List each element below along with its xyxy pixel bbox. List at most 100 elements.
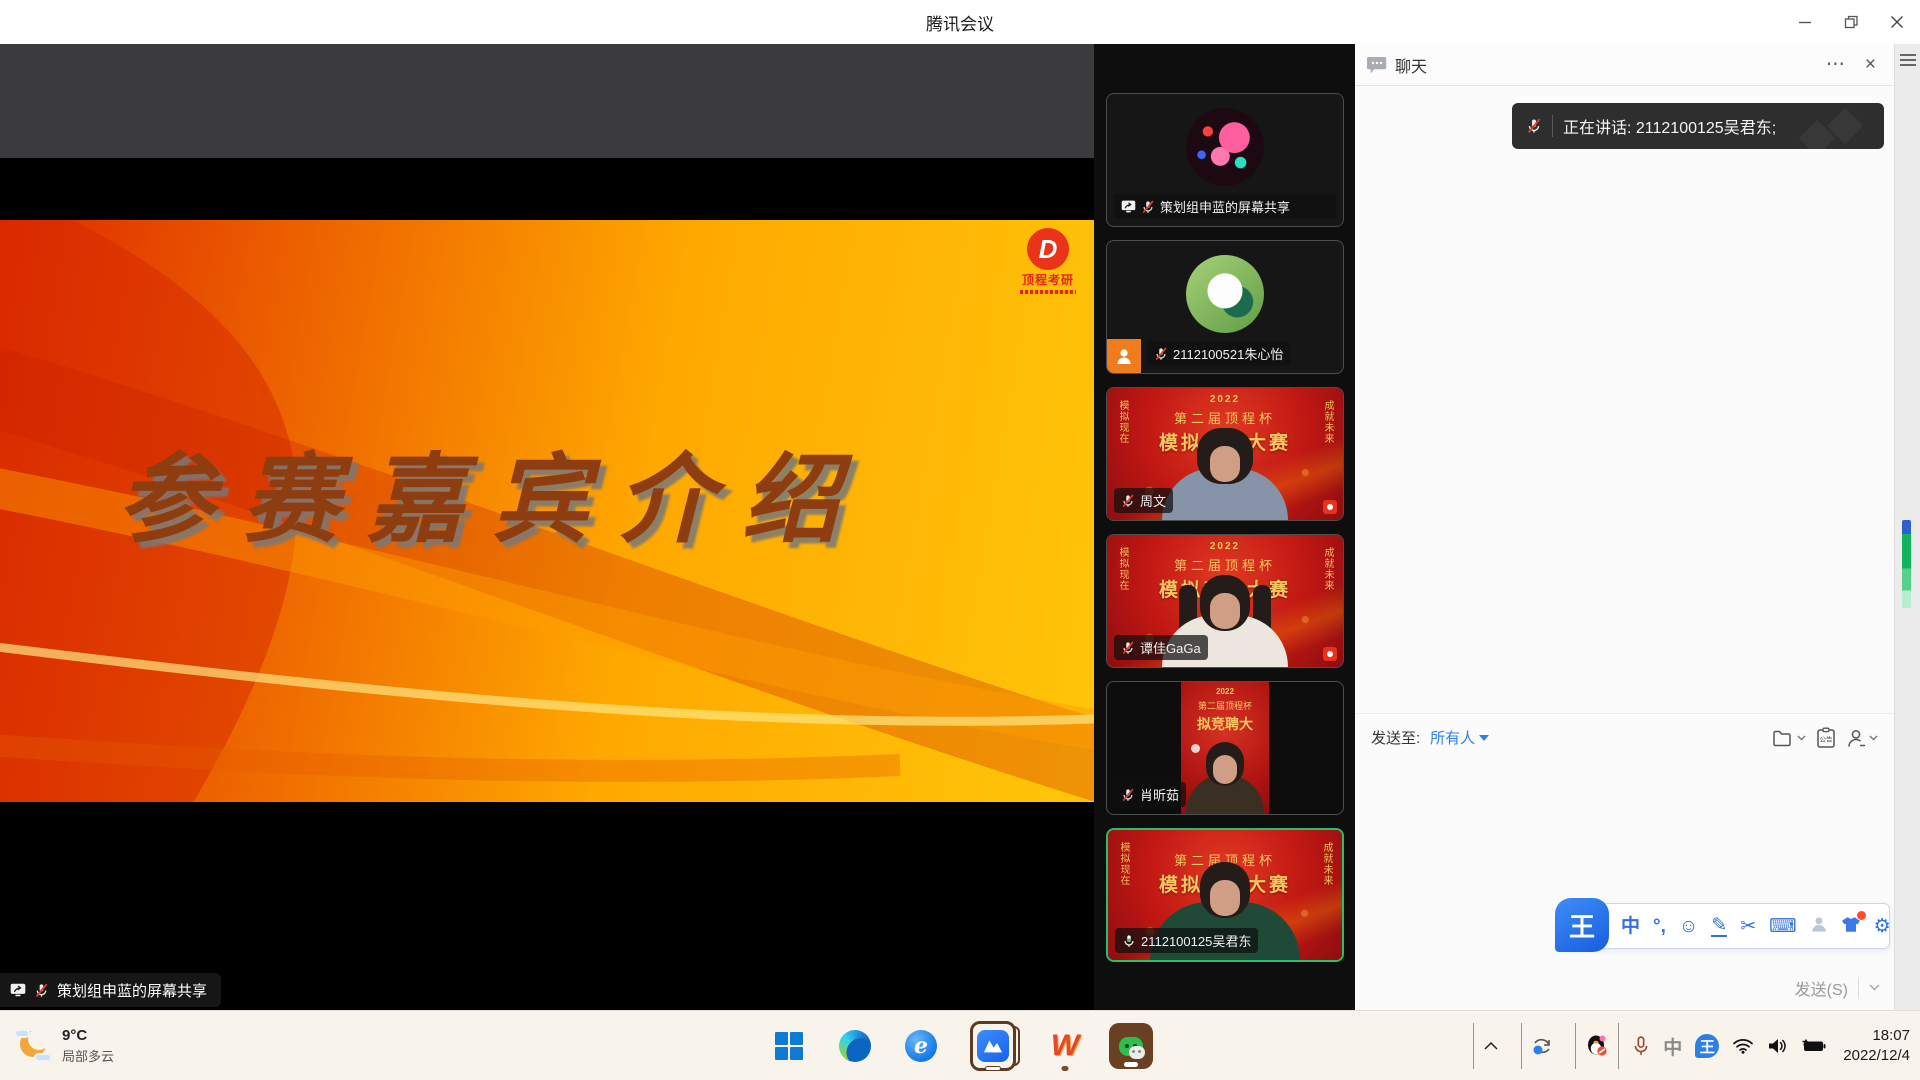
tray-qq-button[interactable] (1575, 1023, 1619, 1069)
send-button[interactable]: 发送(S) (1795, 976, 1848, 1000)
chat-close-button[interactable]: × (1859, 53, 1882, 76)
tray-ime-mode-indicator[interactable]: 中 (1663, 1033, 1682, 1060)
chat-more-button[interactable]: ⋯ (1820, 53, 1851, 76)
shared-screen-top-strip (0, 44, 1094, 158)
participant-tile-wujundong[interactable]: 第二届顶程杯 模拟竞聘大赛 模拟现在 成就未来 2112100125吴君东 (1106, 828, 1344, 962)
window-controls (1782, 0, 1920, 44)
rail-menu-button[interactable] (1900, 54, 1916, 66)
clock-date: 2022/12/4 (1843, 1046, 1910, 1066)
mic-muted-icon (1141, 200, 1155, 214)
clock-time: 18:07 (1843, 1026, 1910, 1046)
chevron-down-icon (1797, 735, 1806, 741)
ime-toolbar: 王 中 °, ☺ ✎ ✂ ⌨ ⚙ (1558, 903, 1890, 949)
tencent-meeting-app-button[interactable] (965, 1020, 1021, 1072)
announcement-button[interactable]: 公告 (1816, 727, 1836, 749)
minimize-icon (1798, 15, 1812, 29)
screen-share-icon (10, 983, 26, 997)
ime-settings-gear-icon[interactable]: ⚙ (1874, 917, 1891, 936)
wifi-icon (1732, 1038, 1754, 1054)
announcement-icon: 公告 (1816, 727, 1836, 749)
handwriting-pen-icon[interactable]: ✎ (1711, 916, 1727, 937)
tray-ime-logo[interactable]: 王 (1695, 1034, 1719, 1058)
taskbar-clock[interactable]: 18:07 2022/12/4 (1839, 1026, 1910, 1067)
narrow-video-strip: 2022 第二届顶程杯 拟竞聘大 (1181, 682, 1269, 814)
contest-corner-logo (1323, 500, 1337, 514)
volume-button[interactable] (1767, 1037, 1787, 1055)
participant-tile-tanjia[interactable]: 2022 第二届顶程杯 模拟竞聘大赛 模拟现在 成就未来 谭佳GaGa (1106, 534, 1344, 668)
presenter-label-text: 策划组申蓝的屏幕共享 (57, 980, 207, 1001)
close-button[interactable] (1874, 0, 1920, 44)
wechat-button[interactable] (1109, 1020, 1153, 1072)
edge-browser-button[interactable] (833, 1020, 877, 1072)
send-to-value: 所有人 (1430, 727, 1475, 748)
tencent-meeting-icon (977, 1030, 1009, 1062)
folder-icon (1772, 729, 1794, 747)
battery-plugged-icon (1800, 1038, 1826, 1054)
weather-desc: 局部多云 (62, 1046, 114, 1065)
notification-dot (1857, 911, 1866, 920)
wps-office-button[interactable]: W (1043, 1020, 1087, 1072)
tray-mic-button[interactable] (1632, 1036, 1650, 1056)
weather-widget[interactable]: 9°C 局部多云 (14, 1011, 114, 1080)
speaking-toast-text: 正在讲话: 2112100125吴君东; (1563, 114, 1776, 138)
participant-name: 策划组申蓝的屏幕共享 (1160, 197, 1290, 216)
chevron-up-icon (1483, 1041, 1499, 1051)
screenshot-scissors-icon[interactable]: ✂ (1740, 917, 1756, 936)
screen-share-stage[interactable]: D 顶程考研 参赛嘉宾介绍 策划组申蓝的屏幕共享 (0, 44, 1094, 1010)
ime-punctuation-toggle[interactable]: °, (1653, 917, 1666, 936)
wifi-button[interactable] (1732, 1038, 1754, 1054)
chat-bubble-icon (1367, 56, 1387, 74)
minimize-button[interactable] (1782, 0, 1828, 44)
participant-name: 谭佳GaGa (1140, 638, 1201, 657)
announcement-icon-text: 公告 (1820, 734, 1834, 743)
virtual-keyboard-icon[interactable]: ⌨ (1769, 917, 1796, 936)
caret-down-icon (1479, 735, 1489, 741)
send-to-selector[interactable]: 所有人 (1430, 727, 1489, 748)
participant-name: 周文 (1140, 491, 1166, 510)
ime-account-icon[interactable] (1810, 915, 1828, 937)
participant-name-pill: 肖昕茹 (1114, 782, 1186, 807)
windows-logo-icon (775, 1032, 803, 1060)
restore-button[interactable] (1828, 0, 1874, 44)
start-button[interactable] (767, 1020, 811, 1072)
battery-button[interactable] (1800, 1038, 1826, 1054)
tray-overflow-button[interactable] (1473, 1023, 1508, 1069)
microphone-icon (1632, 1036, 1650, 1056)
send-row: 发送(S) (1795, 965, 1880, 1010)
mic-muted-icon (1154, 347, 1168, 361)
participant-tile-zhouwen[interactable]: 2022 第二届顶程杯 模拟竞聘大赛 模拟现在 成就未来 周文 (1106, 387, 1344, 521)
participant-tile-zhuxinyi[interactable]: 2112100521朱心怡 (1106, 240, 1344, 374)
mic-muted-icon (1526, 118, 1542, 134)
slide-title: 参赛嘉宾介绍 (0, 420, 984, 561)
send-divider (1858, 977, 1859, 999)
mic-muted-icon (1121, 641, 1135, 655)
chat-folder-button[interactable] (1772, 729, 1806, 747)
participant-name-pill: 策划组申蓝的屏幕共享 (1114, 194, 1336, 219)
e-browser-button[interactable]: e (899, 1020, 943, 1072)
profile-person-badge (1107, 339, 1141, 373)
tray-sync-button[interactable] (1521, 1023, 1562, 1069)
participant-silhouette (1181, 740, 1269, 814)
chevron-down-icon (1869, 735, 1878, 741)
contest-bg-line1: 第二届顶程杯 (1181, 699, 1269, 712)
mic-muted-icon (1121, 788, 1135, 802)
emoji-icon[interactable]: ☺ (1679, 917, 1698, 936)
system-tray: 中 王 (1473, 1011, 1910, 1080)
contest-bg-left-text: 模拟现在 (1116, 842, 1131, 886)
restore-icon (1844, 15, 1858, 29)
contest-bg-left-text: 模拟现在 (1115, 400, 1130, 444)
member-list-button[interactable] (1846, 728, 1878, 748)
ime-skin-icon[interactable] (1841, 916, 1861, 937)
contest-corner-logo (1323, 647, 1337, 661)
shared-slide: D 顶程考研 参赛嘉宾介绍 (0, 220, 1094, 802)
dingcheng-logo-subline (1020, 290, 1076, 294)
meeting-main: D 顶程考研 参赛嘉宾介绍 策划组申蓝的屏幕共享 策划组申蓝的屏幕共 (0, 44, 1920, 1010)
qq-penguin-icon (1585, 1034, 1609, 1058)
ime-logo-icon[interactable]: 王 (1555, 898, 1609, 952)
ime-language-mode[interactable]: 中 (1621, 917, 1640, 936)
participant-tile-xiaoxinru[interactable]: 2022 第二届顶程杯 拟竞聘大 肖昕茹 (1106, 681, 1344, 815)
windows-taskbar: 9°C 局部多云 e W (0, 1010, 1920, 1080)
send-options-chevron[interactable] (1869, 984, 1880, 991)
participant-name-pill: 2112100125吴君东 (1115, 928, 1258, 953)
participant-tile-share[interactable]: 策划组申蓝的屏幕共享 (1106, 93, 1344, 227)
